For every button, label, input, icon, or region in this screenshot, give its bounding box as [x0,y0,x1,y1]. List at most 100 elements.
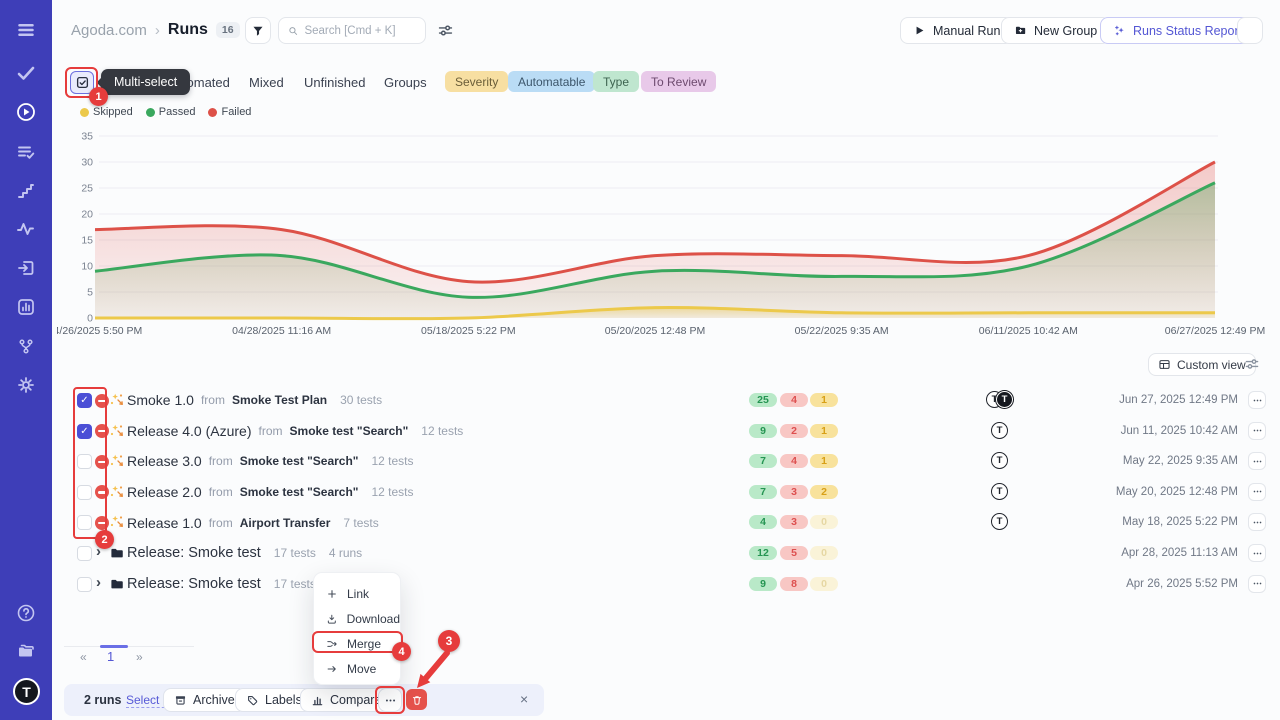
new-group-label: New Group [1034,24,1097,38]
sidebar-item-folders[interactable] [14,639,38,663]
row-checkbox[interactable]: ✓ [77,393,92,408]
row-checkbox[interactable]: ✓ [77,424,92,439]
row-checkbox[interactable] [77,485,92,500]
from-label: from [201,393,225,407]
context-menu-item-move[interactable]: Move [314,656,400,681]
play-icon [913,24,926,37]
new-group-button[interactable]: New Group [1001,17,1110,44]
run-source[interactable]: Airport Transfer [240,516,331,530]
run-name[interactable]: Smoke 1.0 [127,392,194,408]
search-settings-icon[interactable] [437,22,454,39]
svg-text:20: 20 [81,209,93,221]
runs-trend-chart: 0510152025303504/26/2025 5:50 PM04/28/20… [57,128,1280,343]
row-more-button[interactable] [1248,483,1266,501]
run-name[interactable]: Release 3.0 [127,453,202,469]
manual-run-button[interactable]: Manual Run [900,17,1013,44]
search-box[interactable] [278,17,426,44]
context-menu-item-merge[interactable]: Merge [314,631,400,656]
run-source[interactable]: Smoke test "Search" [290,424,409,438]
run-name[interactable]: Release 4.0 (Azure) [127,423,252,439]
pagination-next[interactable]: » [136,650,143,664]
legend-item-failed[interactable]: Failed [208,106,251,118]
row-checkbox[interactable] [77,546,92,561]
from-label: from [259,424,283,438]
sidebar-item-menu[interactable] [14,18,38,42]
legend-item-skipped[interactable]: Skipped [80,106,133,118]
run-date: Apr 28, 2025 11:13 AM [1121,547,1238,559]
sidebar-item-list-check[interactable] [14,140,38,164]
assignee-avatar[interactable]: T [991,452,1008,469]
selection-more-button[interactable] [378,688,402,712]
svg-text:5: 5 [87,287,93,299]
sidebar-item-help[interactable] [14,601,38,625]
group-row[interactable]: ›Release: Smoke test17 tests7 runs980Apr… [64,569,1268,600]
user-avatar[interactable]: T [13,678,40,705]
filter-chip-to-review[interactable]: To Review [641,71,716,92]
view-settings-icon[interactable] [1244,356,1260,372]
row-more-button[interactable] [1248,575,1266,593]
assignee-avatar[interactable]: T [991,513,1008,530]
run-source[interactable]: Smoke test "Search" [240,454,359,468]
sidebar-item-bar-chart[interactable] [14,295,38,319]
filter-chip-severity[interactable]: Severity [445,71,508,92]
run-name[interactable]: Release 1.0 [127,515,202,531]
run-source[interactable]: Smoke test "Search" [240,485,359,499]
run-row[interactable]: ✓ Release 4.0 (Azure) from Smoke test "Sear… [64,416,1268,447]
run-source[interactable]: Smoke Test Plan [232,393,327,407]
from-label: from [209,516,233,530]
context-menu-item-download[interactable]: Download [314,606,400,631]
run-row[interactable]: ✓Smoke 1.0fromSmoke Test Plan30 tests254… [64,385,1268,416]
legend-item-passed[interactable]: Passed [146,106,196,118]
svg-text:30: 30 [81,157,93,169]
tab-unfinished[interactable]: Unfinished [304,75,365,90]
ellipsis-icon [1252,517,1263,528]
row-more-button[interactable] [1248,391,1266,409]
archive-button[interactable]: Archive [163,688,246,712]
row-checkbox[interactable] [77,515,92,530]
row-more-button[interactable] [1248,422,1266,440]
row-more-button[interactable] [1248,544,1266,562]
run-row[interactable]: Release 1.0fromAirport Transfer7 tests43… [64,507,1268,538]
row-more-button[interactable] [1248,452,1266,470]
pagination-page-1[interactable]: 1 [107,649,114,664]
sidebar-item-branch[interactable] [14,334,38,358]
context-menu-item-link[interactable]: Link [314,581,400,606]
annotation-arrow [405,648,455,693]
pagination-prev[interactable]: « [80,650,87,664]
custom-view-button[interactable]: Custom view [1148,353,1256,376]
filter-button[interactable] [245,17,271,44]
run-name[interactable]: Release 2.0 [127,484,202,500]
row-more-button[interactable] [1248,513,1266,531]
close-selection-icon[interactable]: × [520,691,528,707]
search-input[interactable] [304,25,416,37]
expand-chevron[interactable]: › [96,574,101,591]
breadcrumb-project[interactable]: Agoda.com [71,22,147,39]
row-checkbox[interactable] [77,577,92,592]
filter-chip-automatable[interactable]: Automatable [508,71,595,92]
row-checkbox[interactable] [77,454,92,469]
sidebar-item-sign-in[interactable] [14,256,38,280]
svg-text:10: 10 [81,261,93,273]
sidebar-item-play-circle[interactable] [14,100,38,124]
tests-count: 17 tests [274,577,316,591]
sidebar-item-steps[interactable] [14,179,38,203]
assignee-avatar[interactable]: T [996,391,1013,408]
pulse-icon [16,219,36,239]
assignee-avatar[interactable]: T [991,483,1008,500]
group-name[interactable]: Release: Smoke test [127,576,261,592]
filter-chip-type[interactable]: Type [593,71,639,92]
run-row[interactable]: Release 2.0fromSmoke test "Search"12 tes… [64,477,1268,508]
runs-status-report-button[interactable]: Runs Status Report [1100,17,1255,44]
assignee-avatar[interactable]: T [991,422,1008,439]
header-more-button[interactable] [1237,17,1263,44]
sidebar-item-gear[interactable] [14,373,38,397]
tab-groups[interactable]: Groups [384,75,427,90]
tab-mixed[interactable]: Mixed [249,75,284,90]
group-row[interactable]: ›Release: Smoke test17 tests4 runs1250Ap… [64,538,1268,569]
svg-text:04/26/2025 5:50 PM: 04/26/2025 5:50 PM [57,325,142,337]
sidebar-item-check[interactable] [14,61,38,85]
passed-count-pill: 9 [749,424,777,438]
group-name[interactable]: Release: Smoke test [127,545,261,561]
run-row[interactable]: Release 3.0fromSmoke test "Search"12 tes… [64,446,1268,477]
sidebar-item-pulse[interactable] [14,217,38,241]
